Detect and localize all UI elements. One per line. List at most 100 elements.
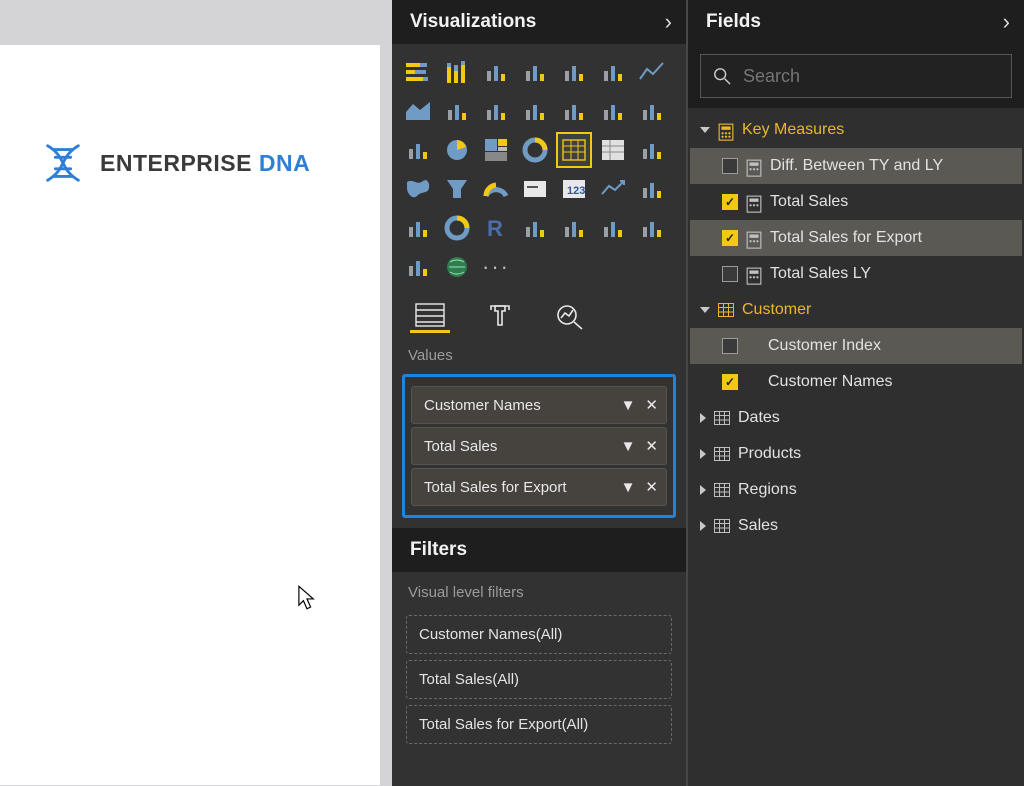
caret-right-icon [700, 521, 706, 531]
caret-down-icon [700, 307, 710, 313]
field-group-label: Regions [738, 481, 797, 499]
viz-type-line-stacked-column[interactable] [478, 93, 514, 129]
viz-type-globe[interactable] [439, 249, 475, 285]
viz-type-slicer[interactable] [634, 171, 670, 207]
value-field-pill[interactable]: Customer Names ▼ ✕ [411, 386, 667, 424]
viz-type-funnel[interactable] [439, 171, 475, 207]
viz-type-stacked-bar[interactable] [400, 54, 436, 90]
remove-field-icon[interactable]: ✕ [645, 478, 658, 496]
value-field-label: Customer Names [424, 397, 541, 414]
chevron-right-icon[interactable]: › [1003, 9, 1010, 35]
viz-type-ribbon[interactable] [556, 93, 592, 129]
viz-type-pie[interactable] [439, 132, 475, 168]
chevron-down-icon[interactable]: ▼ [621, 438, 636, 455]
visualizations-header[interactable]: Visualizations › [392, 0, 686, 44]
viz-type-arcgis[interactable] [400, 210, 436, 246]
remove-field-icon[interactable]: ✕ [645, 437, 658, 455]
visual-filter-item[interactable]: Total Sales(All) [406, 660, 672, 699]
calculator-icon [718, 123, 734, 137]
viz-type-matrix[interactable] [595, 132, 631, 168]
analytics-tab[interactable] [550, 299, 590, 333]
viz-type-gauge[interactable] [478, 171, 514, 207]
field-group-label: Dates [738, 409, 780, 427]
visual-filter-item[interactable]: Customer Names(All) [406, 615, 672, 654]
values-field-well[interactable]: Customer Names ▼ ✕ Total Sales ▼ ✕ Total… [402, 374, 676, 518]
table-icon [714, 411, 730, 425]
viz-type-donut[interactable] [517, 132, 553, 168]
filters-header[interactable]: Filters [392, 528, 686, 572]
table-icon [718, 303, 734, 317]
viz-type-r-visual[interactable]: R [478, 210, 514, 246]
fields-title: Fields [706, 11, 761, 33]
viz-type-multi-row-card[interactable]: 123 [556, 171, 592, 207]
field-item-label: Customer Index [768, 337, 881, 355]
viz-type-treemap[interactable] [478, 132, 514, 168]
chevron-down-icon[interactable]: ▼ [621, 479, 636, 496]
fields-search-wrap [688, 44, 1024, 108]
values-section-label: Values [392, 335, 686, 372]
field-group-label: Products [738, 445, 801, 463]
viz-type-card[interactable] [517, 171, 553, 207]
field-group-label: Key Measures [742, 121, 844, 139]
field-item[interactable]: Total Sales [690, 184, 1022, 220]
field-item[interactable]: Diff. Between TY and LY [690, 148, 1022, 184]
viz-type-custom-visual[interactable] [595, 210, 631, 246]
viz-type-line-clustered-column[interactable] [517, 93, 553, 129]
viz-type-blank2[interactable] [634, 210, 670, 246]
viz-type-stacked-area[interactable] [439, 93, 475, 129]
viz-type-map[interactable] [400, 171, 436, 207]
value-field-pill[interactable]: Total Sales ▼ ✕ [411, 427, 667, 465]
field-group-dates[interactable]: Dates [690, 400, 1022, 436]
remove-field-icon[interactable]: ✕ [645, 396, 658, 414]
fields-header[interactable]: Fields › [688, 0, 1024, 44]
chevron-down-icon[interactable]: ▼ [621, 397, 636, 414]
field-checkbox[interactable] [722, 230, 738, 246]
visualization-property-tabs [392, 291, 686, 335]
field-item[interactable]: Customer Index [690, 328, 1022, 364]
viz-type-key-influencers[interactable] [556, 210, 592, 246]
format-tab[interactable] [480, 299, 520, 333]
field-checkbox[interactable] [722, 158, 738, 174]
fields-tab[interactable] [410, 299, 450, 333]
viz-type-scatter-small[interactable] [400, 132, 436, 168]
search-icon [713, 67, 731, 85]
field-checkbox[interactable] [722, 338, 738, 354]
viz-type-scatter[interactable] [634, 93, 670, 129]
viz-type-paginated[interactable] [400, 249, 436, 285]
field-checkbox[interactable] [722, 374, 738, 390]
visual-filter-item[interactable]: Total Sales for Export(All) [406, 705, 672, 744]
viz-type-more[interactable]: ··· [478, 249, 514, 285]
field-checkbox[interactable] [722, 266, 738, 282]
field-group-customer[interactable]: Customer [690, 292, 1022, 328]
field-group-sales[interactable]: Sales [690, 508, 1022, 544]
field-group-regions[interactable]: Regions [690, 472, 1022, 508]
viz-type-100-stacked-column[interactable] [595, 54, 631, 90]
viz-type-line[interactable] [634, 54, 670, 90]
viz-type-table[interactable] [556, 132, 592, 168]
fields-search-input[interactable] [743, 66, 999, 87]
field-group-label: Customer [742, 301, 811, 319]
field-item[interactable]: Total Sales LY [690, 256, 1022, 292]
viz-type-area[interactable] [400, 93, 436, 129]
viz-type-stacked-column[interactable] [439, 54, 475, 90]
table-icon [714, 447, 730, 461]
viz-type-kpi[interactable] [595, 171, 631, 207]
visualizations-panel: Visualizations › 123 R··· Values Customer… [392, 0, 688, 786]
viz-type-clustered-bar[interactable] [478, 54, 514, 90]
viz-type-waterfall[interactable] [595, 93, 631, 129]
report-canvas[interactable]: ENTERPRISE DNA [0, 0, 392, 786]
field-checkbox[interactable] [722, 194, 738, 210]
chevron-right-icon[interactable]: › [665, 9, 672, 35]
field-group-products[interactable]: Products [690, 436, 1022, 472]
value-field-pill[interactable]: Total Sales for Export ▼ ✕ [411, 468, 667, 506]
report-page[interactable]: ENTERPRISE DNA [0, 45, 380, 785]
viz-type-python-visual[interactable] [517, 210, 553, 246]
field-item[interactable]: Total Sales for Export [690, 220, 1022, 256]
field-item[interactable]: Customer Names [690, 364, 1022, 400]
viz-type-100-stacked-bar[interactable] [556, 54, 592, 90]
fields-search-box[interactable] [700, 54, 1012, 98]
viz-type-clustered-column[interactable] [517, 54, 553, 90]
viz-type-blank[interactable] [634, 132, 670, 168]
viz-type-donut2[interactable] [439, 210, 475, 246]
field-group-key-measures[interactable]: Key Measures [690, 112, 1022, 148]
